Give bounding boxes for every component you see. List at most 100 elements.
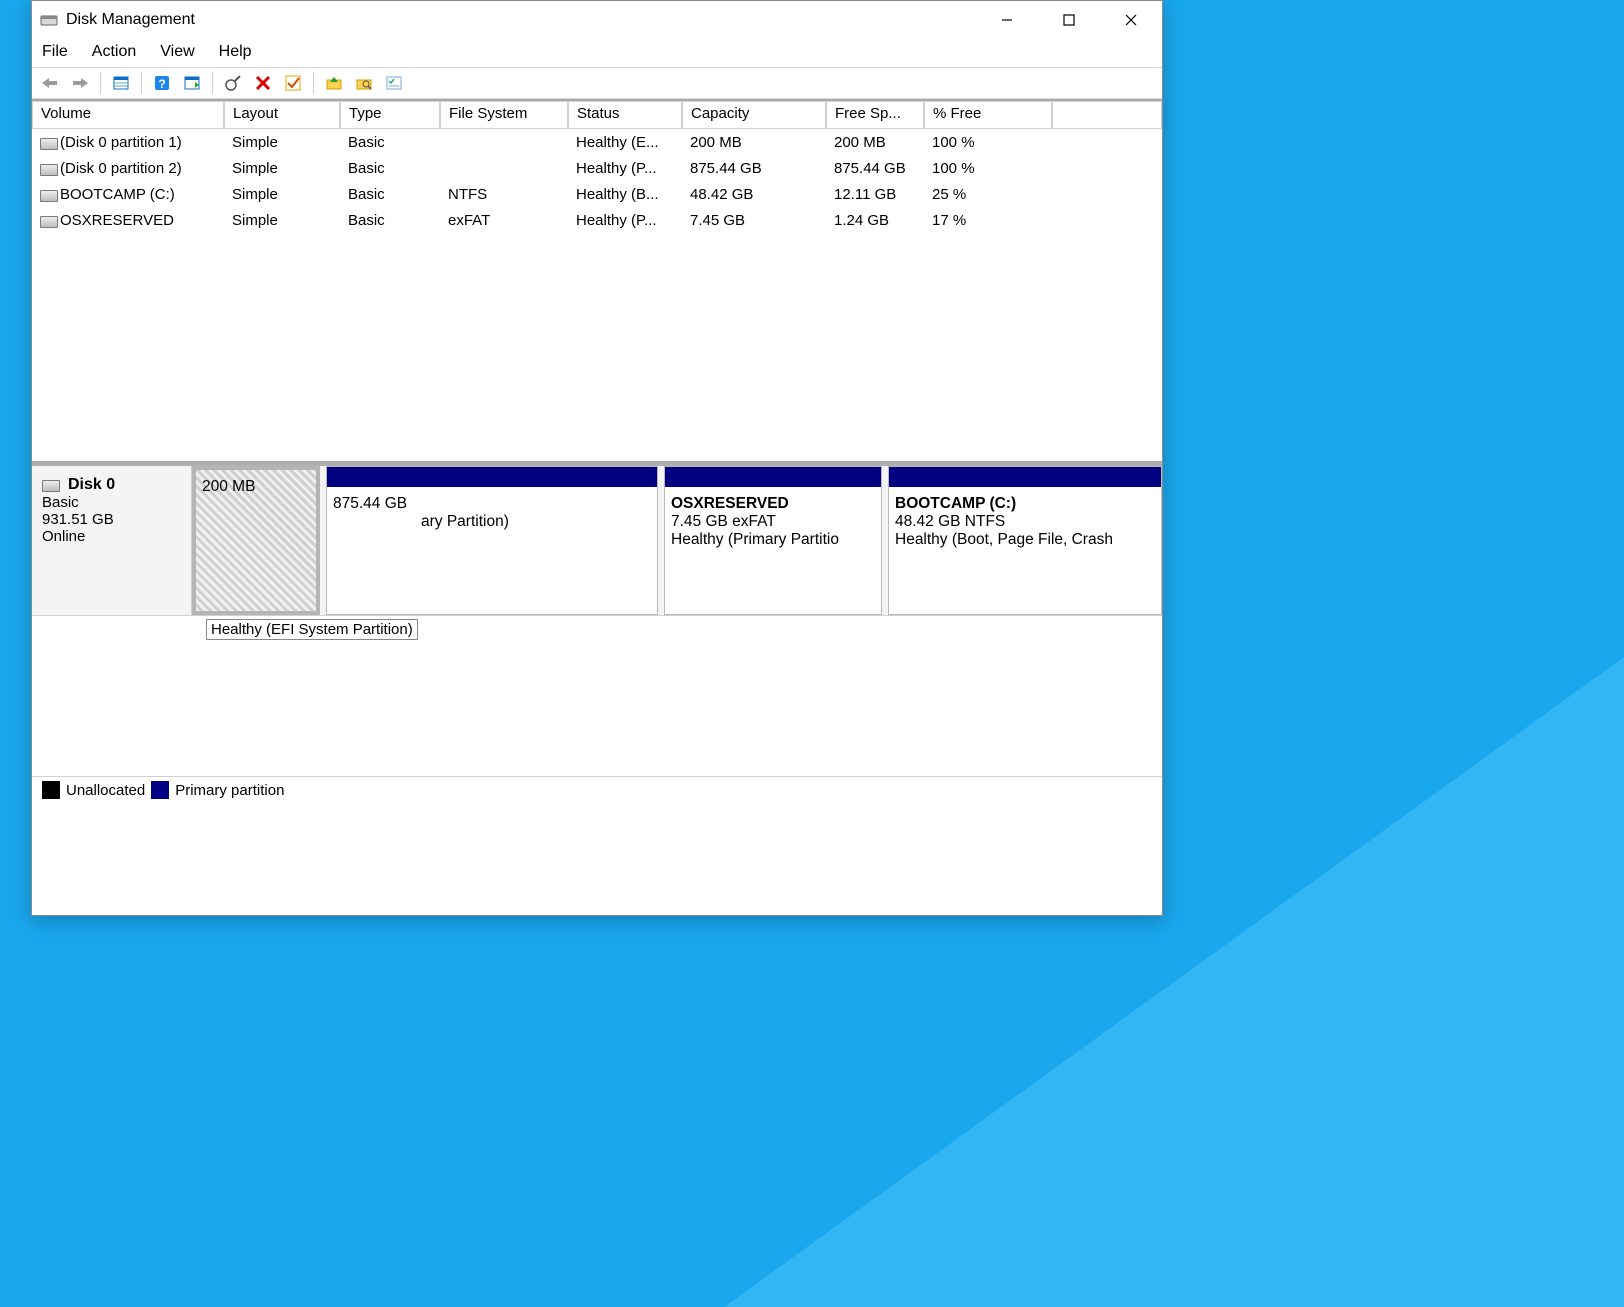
- cell-type: Basic: [340, 185, 440, 204]
- folder-search-icon[interactable]: [352, 71, 376, 95]
- help-icon[interactable]: ?: [150, 71, 174, 95]
- disk-row: Disk 0 Basic 931.51 GB Online 200 MB: [32, 466, 1162, 616]
- disk-type: Basic: [42, 494, 181, 511]
- table-row[interactable]: OSXRESERVED Simple Basic exFAT Healthy (…: [32, 207, 1162, 233]
- col-status[interactable]: Status: [568, 101, 682, 129]
- cell-capacity: 875.44 GB: [682, 159, 826, 178]
- volume-rows: (Disk 0 partition 1) Simple Basic Health…: [32, 129, 1162, 461]
- col-volume[interactable]: Volume: [32, 101, 224, 129]
- wizard-icon[interactable]: [221, 71, 245, 95]
- disk-name: Disk 0: [68, 476, 115, 494]
- cell-free: 875.44 GB: [826, 159, 924, 178]
- cell-volume: (Disk 0 partition 2): [60, 160, 182, 177]
- volume-icon: [40, 164, 56, 174]
- titlebar[interactable]: Disk Management: [32, 1, 1162, 39]
- disk-management-window: Disk Management File Action View Help ?: [31, 0, 1163, 916]
- cell-status: Healthy (E...: [568, 133, 682, 152]
- cell-fs: [440, 141, 568, 143]
- back-button[interactable]: [38, 71, 62, 95]
- menu-action[interactable]: Action: [92, 43, 136, 61]
- partition-stripe: [665, 467, 881, 487]
- cell-layout: Simple: [224, 185, 340, 204]
- cell-status: Healthy (P...: [568, 211, 682, 230]
- cell-type: Basic: [340, 133, 440, 152]
- col-layout[interactable]: Layout: [224, 101, 340, 129]
- menu-help[interactable]: Help: [219, 43, 252, 61]
- col-type[interactable]: Type: [340, 101, 440, 129]
- volume-icon: [40, 138, 56, 148]
- partition-block[interactable]: BOOTCAMP (C:) 48.42 GB NTFS Healthy (Boo…: [888, 466, 1162, 615]
- properties-icon[interactable]: [109, 71, 133, 95]
- disk-partitions: 200 MB 875.44 GB ary Partition) OSXRESER…: [192, 466, 1162, 615]
- cell-free: 1.24 GB: [826, 211, 924, 230]
- menu-view[interactable]: View: [160, 43, 194, 61]
- empty-area: [32, 616, 1162, 776]
- cell-pct: 25 %: [924, 185, 1052, 204]
- cell-status: Healthy (B...: [568, 185, 682, 204]
- window-title: Disk Management: [66, 11, 195, 29]
- app-icon: [40, 11, 58, 29]
- svg-text:?: ?: [158, 77, 165, 91]
- legend-primary: Primary partition: [175, 782, 284, 799]
- cell-fs: NTFS: [440, 185, 568, 204]
- menu-file[interactable]: File: [42, 43, 68, 61]
- forward-button[interactable]: [68, 71, 92, 95]
- partition-block[interactable]: OSXRESERVED 7.45 GB exFAT Healthy (Prima…: [664, 466, 882, 615]
- tooltip: Healthy (EFI System Partition): [206, 619, 418, 640]
- cell-capacity: 200 MB: [682, 133, 826, 152]
- cell-free: 12.11 GB: [826, 185, 924, 204]
- maximize-button[interactable]: [1038, 1, 1100, 39]
- volume-icon: [40, 190, 56, 200]
- col-filesystem[interactable]: File System: [440, 101, 568, 129]
- col-pctfree[interactable]: % Free: [924, 101, 1052, 129]
- column-headers: Volume Layout Type File System Status Ca…: [32, 101, 1162, 129]
- legend-swatch-primary: [151, 781, 169, 799]
- cell-type: Basic: [340, 159, 440, 178]
- cell-volume: BOOTCAMP (C:): [60, 186, 175, 203]
- menubar: File Action View Help: [32, 39, 1162, 67]
- table-row[interactable]: (Disk 0 partition 2) Simple Basic Health…: [32, 155, 1162, 181]
- close-button[interactable]: [1100, 1, 1162, 39]
- partition-status: Healthy (Primary Partitio: [671, 531, 875, 549]
- list-check-icon[interactable]: [382, 71, 406, 95]
- cell-layout: Simple: [224, 211, 340, 230]
- folder-up-icon[interactable]: [322, 71, 346, 95]
- volume-icon: [40, 216, 56, 226]
- partition-stripe: [889, 467, 1161, 487]
- partition-size: 7.45 GB exFAT: [671, 513, 875, 531]
- delete-icon[interactable]: [251, 71, 275, 95]
- volume-list: Volume Layout Type File System Status Ca…: [32, 99, 1162, 463]
- disk-icon: [42, 480, 58, 490]
- cell-capacity: 48.42 GB: [682, 185, 826, 204]
- col-freespace[interactable]: Free Sp...: [826, 101, 924, 129]
- partition-name: OSXRESERVED: [671, 495, 875, 513]
- disk-size: 931.51 GB: [42, 511, 181, 528]
- refresh-icon[interactable]: [180, 71, 204, 95]
- partition-status: Healthy (Boot, Page File, Crash: [895, 531, 1155, 549]
- cell-pct: 100 %: [924, 133, 1052, 152]
- table-row[interactable]: BOOTCAMP (C:) Simple Basic NTFS Healthy …: [32, 181, 1162, 207]
- cell-pct: 100 %: [924, 159, 1052, 178]
- legend-swatch-unallocated: [42, 781, 60, 799]
- partition-name: BOOTCAMP (C:): [895, 495, 1155, 513]
- cell-free: 200 MB: [826, 133, 924, 152]
- partition-block[interactable]: 875.44 GB ary Partition): [326, 466, 658, 615]
- disk-label[interactable]: Disk 0 Basic 931.51 GB Online: [32, 466, 192, 615]
- partition-block[interactable]: 200 MB: [192, 466, 320, 615]
- partition-size: 875.44 GB: [333, 495, 651, 513]
- table-row[interactable]: (Disk 0 partition 1) Simple Basic Health…: [32, 129, 1162, 155]
- cell-fs: exFAT: [440, 211, 568, 230]
- cell-layout: Simple: [224, 133, 340, 152]
- cell-volume: (Disk 0 partition 1): [60, 134, 182, 151]
- toolbar: ?: [32, 67, 1162, 99]
- partition-size: 48.42 GB NTFS: [895, 513, 1155, 531]
- check-icon[interactable]: [281, 71, 305, 95]
- cell-volume: OSXRESERVED: [60, 212, 174, 229]
- cell-status: Healthy (P...: [568, 159, 682, 178]
- cell-pct: 17 %: [924, 211, 1052, 230]
- cell-type: Basic: [340, 211, 440, 230]
- col-capacity[interactable]: Capacity: [682, 101, 826, 129]
- disk-state: Online: [42, 528, 181, 545]
- legend-unallocated: Unallocated: [66, 782, 145, 799]
- minimize-button[interactable]: [976, 1, 1038, 39]
